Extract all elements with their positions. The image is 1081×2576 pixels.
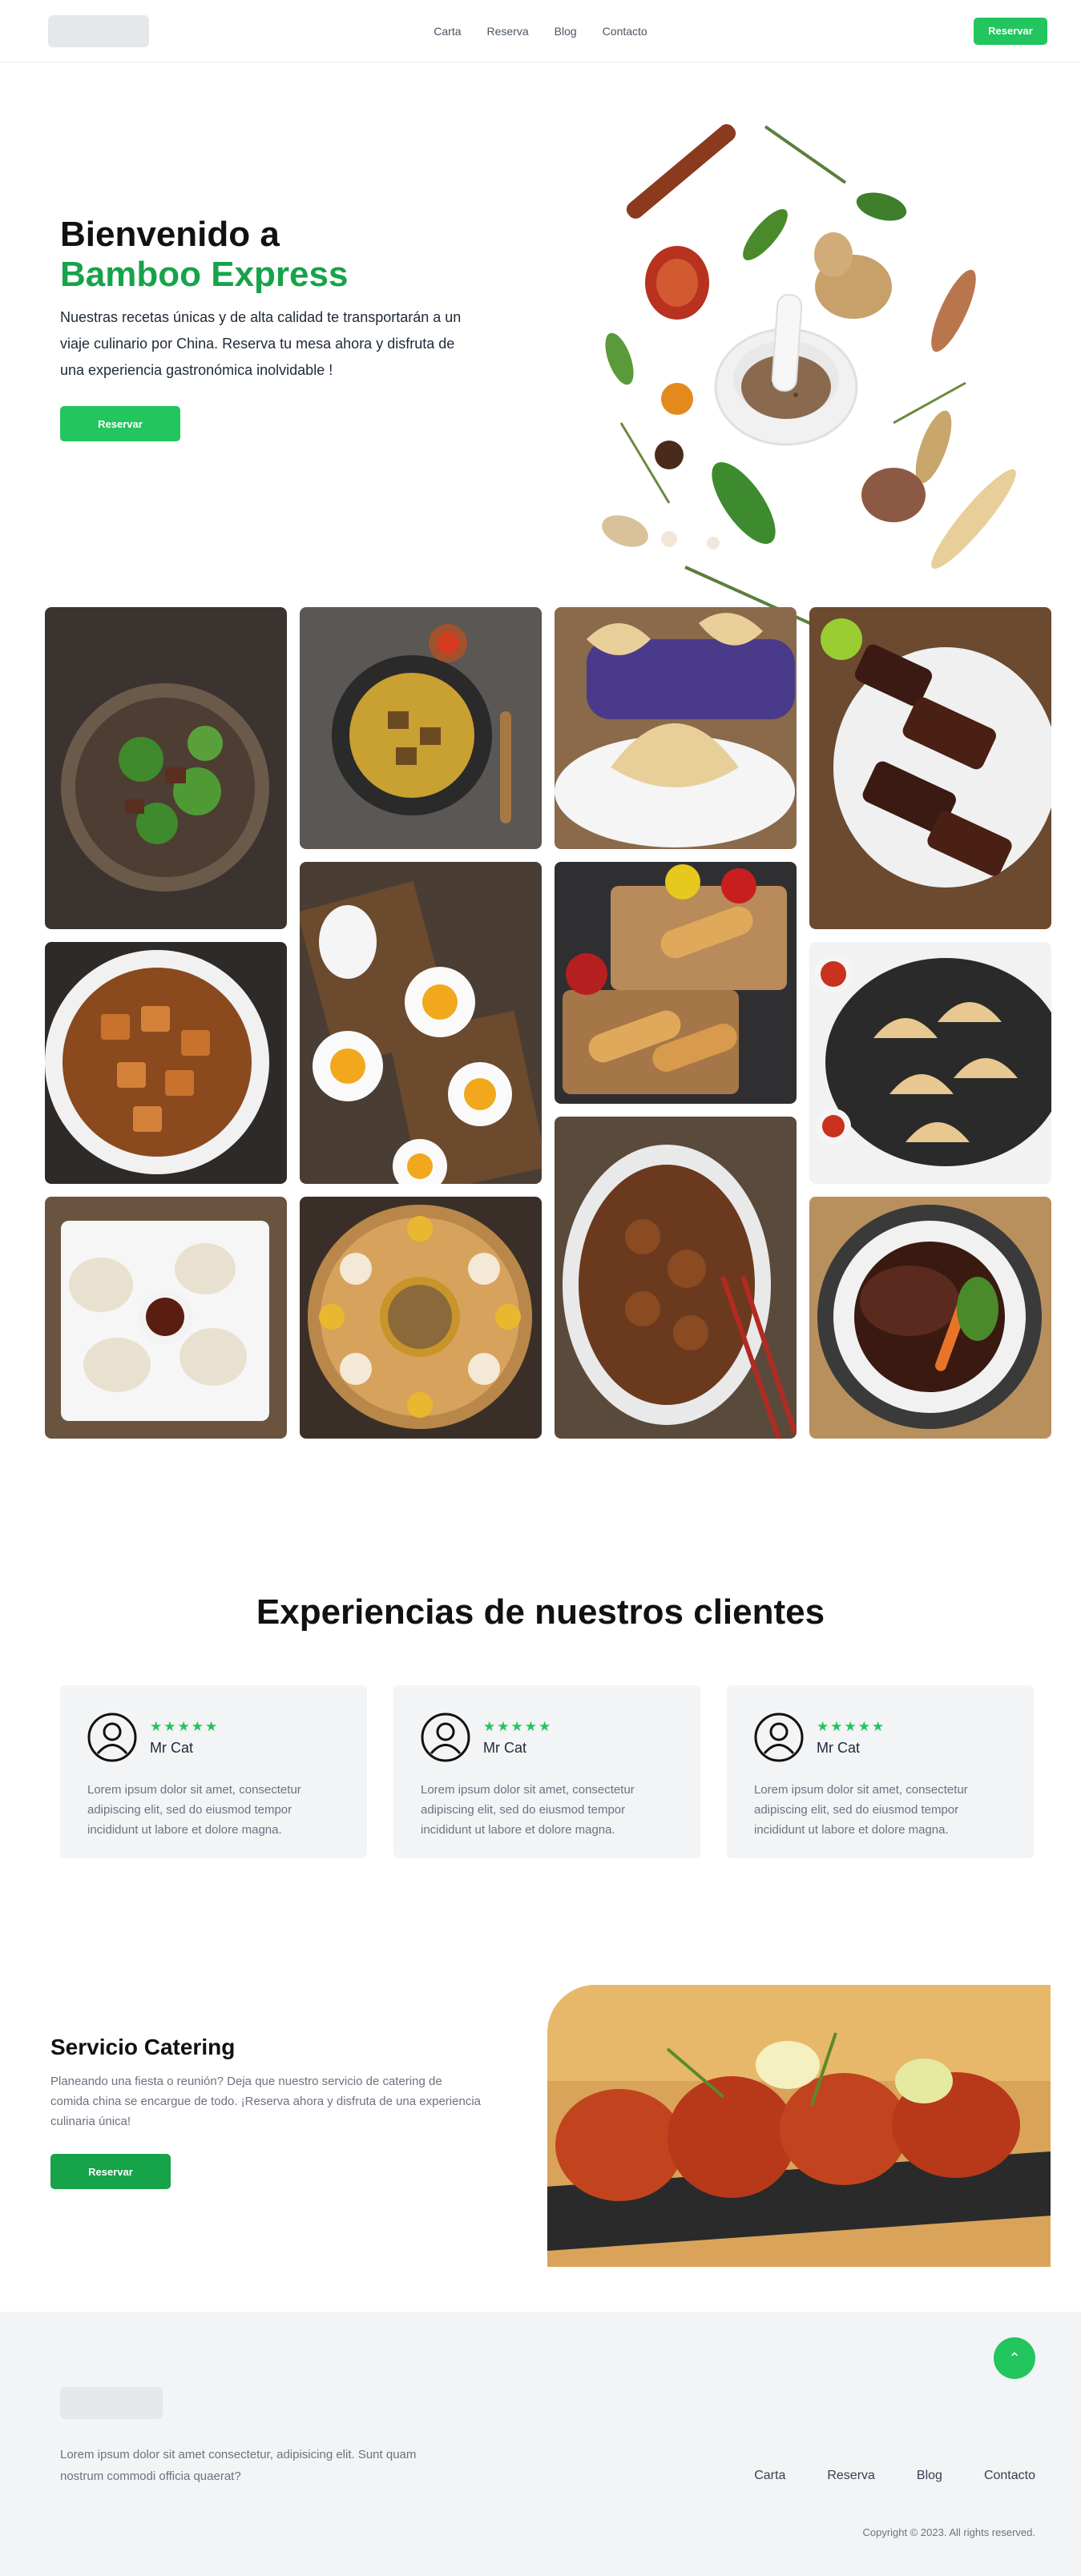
testimonial-text: Lorem ipsum dolor sit amet, consectetur … [87, 1783, 301, 1837]
gallery-image-fried-rice[interactable] [300, 607, 542, 849]
reviewer-name: Mr Cat [817, 1739, 860, 1756]
testimonials-section: Experiencias de nuestros clientes ★★★★★ … [0, 1544, 1081, 1921]
hero-title-brand: Bamboo Express [60, 255, 349, 294]
hero-description: Nuestras recetas únicas y de alta calida… [60, 309, 462, 378]
hero-title: Bienvenido a Bamboo Express [60, 215, 477, 295]
gallery-image-tofu-stew[interactable] [45, 942, 287, 1184]
main-nav: Carta Reserva Blog Contacto [0, 0, 1081, 62]
user-avatar-icon [754, 1713, 804, 1762]
footer-link-carta[interactable]: Carta [754, 2469, 785, 2483]
catering-reservar-button[interactable]: Reservar [50, 2154, 171, 2189]
rating-stars: ★★★★★ [150, 1718, 220, 1734]
gallery-image-braised-pork[interactable] [809, 1197, 1051, 1439]
footer-nav: Carta Reserva Blog Contacto [754, 2469, 1035, 2483]
scroll-to-top-button[interactable]: ⌃ [994, 2337, 1035, 2379]
nav-link-contacto[interactable]: Contacto [603, 25, 647, 38]
gallery-image-kung-pao-chicken[interactable] [555, 1117, 797, 1439]
chevron-up-icon: ⌃ [1008, 2349, 1021, 2366]
top-navbar: Carta Reserva Blog Contacto Reservar [0, 0, 1081, 62]
gallery-image-spring-rolls[interactable] [555, 862, 797, 1104]
rating-stars: ★★★★★ [817, 1718, 886, 1734]
gallery-image-dumplings-plate[interactable] [45, 1197, 287, 1439]
dish-gallery [0, 607, 1081, 1544]
catering-section: Servicio Catering Planeando una fiesta o… [0, 1921, 1081, 2312]
gallery-image-fried-dumplings[interactable] [809, 942, 1051, 1184]
gallery-image-glazed-ribs[interactable] [809, 607, 1051, 929]
nav-link-carta[interactable]: Carta [434, 25, 461, 38]
reviewer-name: Mr Cat [150, 1739, 193, 1756]
copyright-text: Copyright © 2023. All rights reserved. [862, 2526, 1035, 2538]
footer: ⌃ Lorem ipsum dolor sit amet consectetur… [0, 2312, 1081, 2576]
hero-spices-image [589, 119, 1022, 647]
gallery-image-wontons[interactable] [555, 607, 797, 849]
testimonial-header: ★★★★★ Mr Cat [421, 1713, 673, 1762]
testimonial-card: ★★★★★ Mr Cat Lorem ipsum dolor sit amet,… [393, 1685, 700, 1858]
hero-reservar-button[interactable]: Reservar [60, 406, 180, 441]
footer-link-blog[interactable]: Blog [917, 2469, 942, 2483]
footer-logo[interactable] [60, 2387, 163, 2419]
testimonials-title: Experiencias de nuestros clientes [256, 1592, 825, 1632]
hero-text: Bienvenido a Bamboo Express Nuestras rec… [60, 215, 477, 441]
user-avatar-icon [87, 1713, 137, 1762]
logo[interactable] [48, 14, 149, 47]
footer-link-contacto[interactable]: Contacto [984, 2469, 1035, 2483]
nav-link-blog[interactable]: Blog [555, 25, 577, 38]
catering-text: Servicio Catering Planeando una fiesta o… [50, 2035, 483, 2189]
testimonial-header: ★★★★★ Mr Cat [754, 1713, 1006, 1762]
testimonial-text: Lorem ipsum dolor sit amet, consectetur … [421, 1783, 635, 1837]
user-avatar-icon [421, 1713, 470, 1762]
catering-title: Servicio Catering [50, 2035, 236, 2059]
gallery-image-beef-broccoli[interactable] [45, 607, 287, 929]
hero-section: Bienvenido a Bamboo Express Nuestras rec… [0, 62, 1081, 641]
footer-link-reserva[interactable]: Reserva [827, 2469, 875, 2483]
nav-reservar-button[interactable]: Reservar [974, 17, 1047, 45]
testimonial-text: Lorem ipsum dolor sit amet, consectetur … [754, 1783, 968, 1837]
testimonial-card: ★★★★★ Mr Cat Lorem ipsum dolor sit amet,… [727, 1685, 1034, 1858]
gallery-image-dim-sum[interactable] [300, 1197, 542, 1439]
nav-link-reserva[interactable]: Reserva [487, 25, 529, 38]
testimonial-card: ★★★★★ Mr Cat Lorem ipsum dolor sit amet,… [60, 1685, 367, 1858]
reviewer-name: Mr Cat [483, 1739, 526, 1756]
footer-description: Lorem ipsum dolor sit amet consectetur, … [60, 2448, 417, 2483]
catering-image [547, 1985, 1051, 2267]
rating-stars: ★★★★★ [483, 1718, 553, 1734]
testimonial-header: ★★★★★ Mr Cat [87, 1713, 340, 1762]
hero-title-line1: Bienvenido a [60, 215, 280, 254]
catering-description: Planeando una fiesta o reunión? Deja que… [50, 2075, 481, 2128]
testimonial-cards: ★★★★★ Mr Cat Lorem ipsum dolor sit amet,… [60, 1685, 1034, 1858]
gallery-image-eggs[interactable] [300, 862, 542, 1184]
